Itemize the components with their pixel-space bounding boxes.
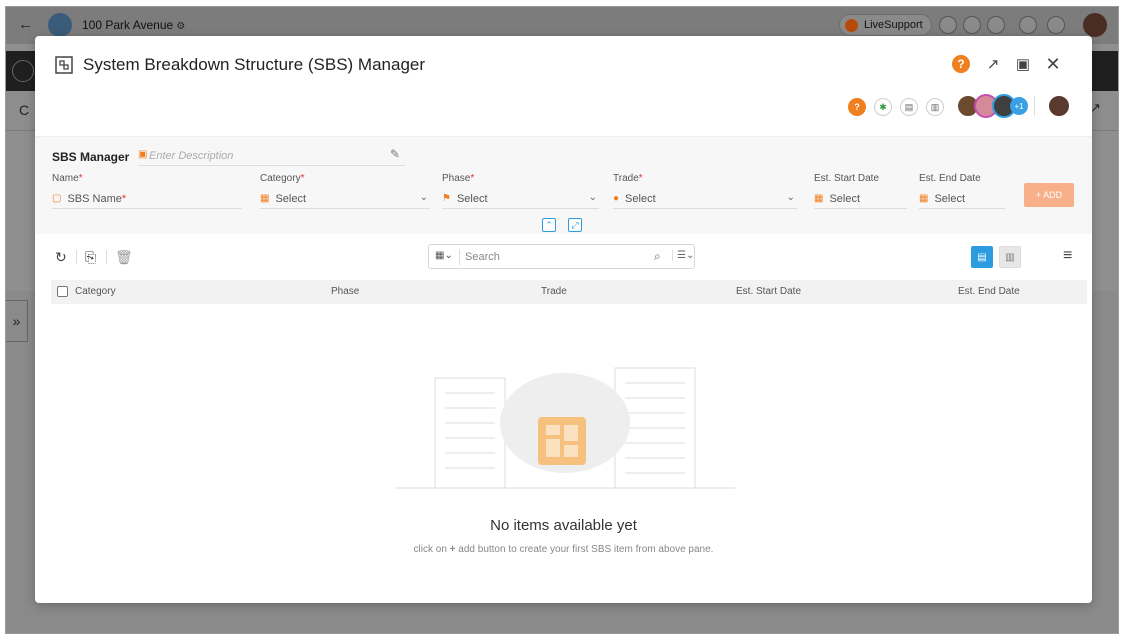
project-name[interactable]: 100 Park Avenue ⚙ (82, 18, 185, 32)
gear-icon[interactable]: ⚙ (176, 21, 185, 32)
background-row-letter: C (19, 102, 30, 118)
filter-icon[interactable]: ☰⌄ (672, 250, 694, 261)
name-label: Name* (52, 173, 83, 184)
pin-pane-icon[interactable]: ⤢ (568, 218, 582, 232)
popout-icon[interactable]: ↗ (982, 53, 1004, 75)
description-underline (138, 165, 405, 166)
table-header: Category Phase Trade Est. Start Date Est… (51, 280, 1087, 304)
select-all-checkbox[interactable] (57, 286, 68, 297)
user-avatar[interactable] (1083, 13, 1107, 37)
current-user-avatar[interactable] (1047, 94, 1071, 118)
list-view-button[interactable]: ▤ (971, 246, 993, 268)
column-est-end-date[interactable]: Est. End Date (958, 286, 1020, 297)
topbar-icon-1[interactable] (939, 16, 957, 34)
chart-view-button[interactable]: ▥ (999, 246, 1021, 268)
category-label: Category* (260, 173, 305, 184)
divider (1034, 96, 1035, 116)
trade-select[interactable]: ● Select ⌄ (613, 189, 797, 209)
add-button[interactable]: + ADD (1024, 183, 1074, 207)
modal-title: System Breakdown Structure (SBS) Manager (83, 55, 426, 74)
refresh-icon[interactable]: ↻ (55, 249, 67, 266)
category-select[interactable]: ▦ Select ⌄ (260, 189, 430, 209)
column-trade[interactable]: Trade (541, 286, 567, 297)
phase-label: Phase* (442, 173, 475, 184)
search-bar: ▦⌄ Search ⌕ ☰⌄ (428, 244, 695, 269)
sbs-logo-icon (538, 417, 586, 465)
empty-state-subtitle: click on + add button to create your fir… (413, 544, 714, 555)
description-icon: ▣ (138, 149, 148, 160)
sidebar-expand-button[interactable]: » (6, 300, 28, 342)
view-dropdown-icon[interactable]: ▦⌄ (435, 250, 453, 261)
section-title: SBS Manager (52, 150, 130, 164)
calendar-icon: ▦ (919, 193, 929, 204)
sbs-manager-modal: System Breakdown Structure (SBS) Manager… (35, 36, 1092, 603)
search-input[interactable]: Search (465, 251, 500, 263)
home-icon[interactable] (12, 60, 34, 82)
divider (76, 250, 77, 264)
est-start-label: Est. Start Date (814, 173, 880, 184)
close-icon[interactable]: ✕ (1042, 53, 1064, 75)
doc-icon[interactable]: ▤ (900, 98, 918, 116)
chevron-down-icon: ⌄ (786, 192, 795, 203)
help-small-icon[interactable]: ? (848, 98, 866, 116)
help-icon[interactable]: ? (952, 55, 970, 73)
category-icon: ▦ (260, 193, 270, 204)
live-support-icon (845, 19, 858, 32)
list-toolbar: ↻ ⎘ 🗑 ▦⌄ Search ⌕ ☰⌄ ▤ ▥ ≡ (35, 234, 1092, 280)
column-est-start-date[interactable]: Est. Start Date (736, 286, 801, 297)
collapse-pane-icon[interactable]: ⌃ (542, 218, 556, 232)
column-category[interactable]: Category (75, 286, 116, 297)
topbar-icon-2[interactable] (963, 16, 981, 34)
empty-state-title: No items available yet (490, 517, 637, 534)
more-members-badge[interactable]: +1 (1010, 97, 1028, 115)
divider (459, 249, 460, 265)
topbar-icon-3[interactable] (987, 16, 1005, 34)
fullscreen-icon[interactable]: ▣ (1012, 53, 1034, 75)
sbs-icon (55, 56, 73, 74)
chevron-down-icon: ⌄ (588, 192, 597, 203)
sbs-name-field[interactable]: ▢ SBS Name * (52, 189, 242, 209)
divider (106, 250, 107, 264)
app-window: ← 100 Park Avenue ⚙ LiveSupport C ↗ » Sys… (5, 6, 1119, 634)
phase-select[interactable]: ⚑ Select ⌄ (442, 189, 599, 209)
est-start-date-field[interactable]: ▦ Select (814, 189, 907, 209)
est-end-label: Est. End Date (919, 173, 981, 184)
file-icon: ▢ (52, 193, 62, 204)
trade-label: Trade* (613, 173, 643, 184)
report-icon[interactable]: ▥ (926, 98, 944, 116)
calendar-icon: ▦ (814, 193, 824, 204)
export-icon[interactable]: ⎘ (85, 249, 96, 266)
column-phase[interactable]: Phase (331, 286, 359, 297)
project-avatar[interactable] (48, 13, 72, 37)
worker-icon: ● (613, 193, 620, 204)
topbar-icon-4[interactable] (1019, 16, 1037, 34)
modal-header: System Breakdown Structure (SBS) Manager… (35, 36, 1092, 136)
pencil-icon[interactable]: ✎ (390, 147, 400, 161)
green-toggle-icon[interactable]: ✱ (874, 98, 892, 116)
flag-icon: ⚑ (442, 193, 451, 204)
topbar-icon-5[interactable] (1047, 16, 1065, 34)
search-icon[interactable]: ⌕ (654, 249, 661, 264)
sbs-form-pane: SBS Manager ▣ Enter Description ✎ Name* … (35, 136, 1092, 234)
description-input[interactable]: Enter Description (149, 150, 233, 162)
delete-icon[interactable]: 🗑 (115, 249, 133, 266)
hamburger-menu-icon[interactable]: ≡ (1063, 247, 1072, 265)
back-arrow-icon[interactable]: ← (18, 16, 33, 33)
chevron-down-icon: ⌄ (419, 192, 428, 203)
live-support-button[interactable]: LiveSupport (839, 14, 932, 36)
est-end-date-field[interactable]: ▦ Select (919, 189, 1005, 209)
